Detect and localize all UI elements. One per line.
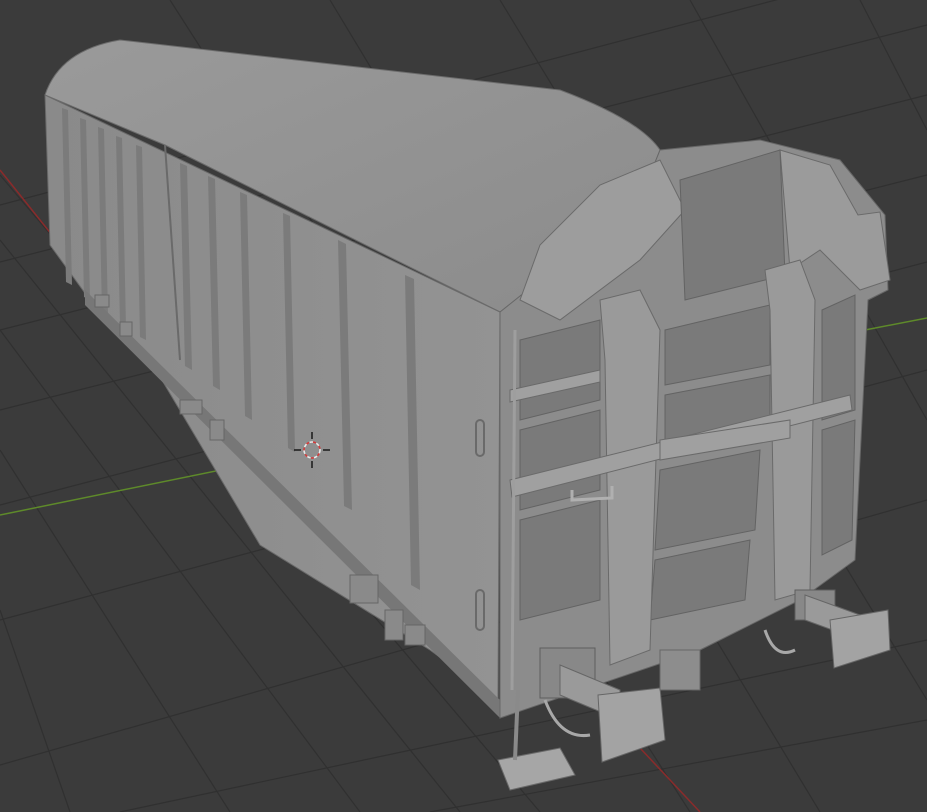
boxcar-model[interactable] [44, 39, 891, 791]
3d-viewport[interactable] [0, 0, 927, 812]
coupler-hook-left [543, 699, 591, 738]
y-axis-line-right [864, 317, 927, 331]
x-axis-line-front [639, 747, 701, 812]
viewport-canvas[interactable] [0, 0, 927, 812]
right-buffer [794, 589, 891, 669]
center-coupler [659, 649, 701, 691]
step-plate [497, 747, 576, 791]
coupler-hook-right [763, 629, 796, 654]
